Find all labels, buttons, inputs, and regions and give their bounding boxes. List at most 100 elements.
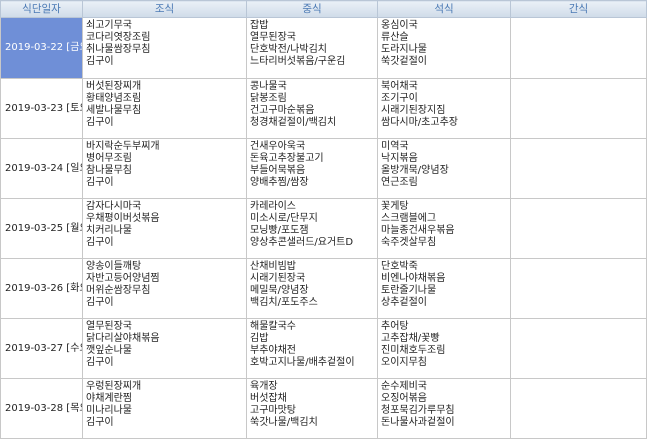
menu-item: 우채평이버섯볶음 [86,213,160,224]
column-header-breakfast[interactable]: 조식 [82,0,247,18]
table-row[interactable]: 2019-03-26 [화요일]양송이들깨탕자반고등어양념찜머위순쌈장무침김구이… [0,258,647,319]
date-cell[interactable]: 2019-03-27 [수요일] [0,318,83,379]
menu-item: 순수제비국 [381,381,427,392]
column-header-snack[interactable]: 간식 [510,0,647,18]
menu-item: 고추잡채/꽃빵 [381,333,440,344]
lunch-cell[interactable]: 육개장 버섯잡채 고구마맛탕 쑥갓나물/백김치 [246,378,378,439]
menu-item: 김구이 [86,357,114,368]
snack-cell[interactable] [510,318,647,379]
breakfast-cell[interactable]: 버섯된장찌개 황태양념조림 세발나물무침 김구이 [82,78,247,139]
menu-item: 고구마맛탕 [250,405,296,416]
menu-item: 닭다리살야채볶음 [86,333,160,344]
menu-item: 버섯된장찌개 [86,81,142,92]
table-row[interactable]: 2019-03-28 [목요일]우렁된장찌개야채계란찜미나리나물김구이육개장버섯… [0,378,647,439]
menu-item: 우렁된장찌개 [86,381,142,392]
menu-item: 김밥 [250,333,269,344]
table-row[interactable]: 2019-03-23 [토요일]버섯된장찌개황태양념조림세발나물무침김구이콩나물… [0,78,647,139]
menu-item: 모닝빵/포도잼 [250,225,309,236]
column-header-lunch[interactable]: 중식 [246,0,378,18]
dinner-cell[interactable]: 단호박죽 비엔나야채볶음 토란줄기나물 상추겉절이 [377,258,511,319]
column-header-dinner[interactable]: 석식 [377,0,511,18]
column-header-date[interactable]: 식단일자 [0,0,83,18]
menu-item: 오징어볶음 [381,393,427,404]
lunch-cell[interactable]: 산채비빔밥 시래기된장국 메밀묵/양념장 백김치/포도주스 [246,258,378,319]
dinner-cell[interactable]: 옹심이국 류산슬 도라지나물 쑥갓겉절이 [377,17,511,79]
menu-item: 잡밥 [250,20,269,31]
snack-cell[interactable] [510,78,647,139]
snack-cell[interactable] [510,198,647,259]
breakfast-cell[interactable]: 바지락순두부찌개 병어무조림 참나물무침 김구이 [82,138,247,199]
dinner-cell[interactable]: 미역국 낙지볶음 올방개묵/양념장 연근조림 [377,138,511,199]
table-row[interactable]: 2019-03-27 [수요일]열무된장국닭다리살야채볶음깻잎순나물김구이해물칼… [0,318,647,379]
menu-item: 백김치/포도주스 [250,297,318,308]
menu-item: 육개장 [250,381,278,392]
snack-cell[interactable] [510,378,647,439]
menu-item: 호박고지나물/배추겉절이 [250,357,355,368]
dinner-cell[interactable]: 추어탕 고추잡채/꽃빵 진미채호두조림 오이지무침 [377,318,511,379]
breakfast-cell[interactable]: 쇠고기무국 코다리엿장조림 취나물쌈장무침 김구이 [82,17,247,79]
breakfast-cell[interactable]: 열무된장국 닭다리살야채볶음 깻잎순나물 김구이 [82,318,247,379]
menu-item: 비엔나야채볶음 [381,273,446,284]
menu-item: 카레라이스 [250,201,296,212]
table-header-row: 식단일자 조식 중식 석식 간식 [0,0,647,18]
menu-item: 양상추콘샐러드/요거트D [250,237,354,248]
date-cell[interactable]: 2019-03-22 [금요일] [0,17,83,79]
menu-item: 도라지나물 [381,44,427,55]
menu-item: 머위순쌈장무침 [86,285,151,296]
lunch-cell[interactable]: 잡밥 열무된장국 단호박전/나박김치 느타리버섯볶음/구운김 [246,17,378,79]
menu-item: 토란줄기나물 [381,285,437,296]
menu-item: 참나물무침 [86,165,132,176]
menu-item: 쇠고기무국 [86,20,132,31]
dinner-cell[interactable]: 순수제비국 오징어볶음 청포묵김가루무침 돈나물사과겉절이 [377,378,511,439]
menu-item: 추어탕 [381,321,409,332]
lunch-cell[interactable]: 카레라이스 미소시로/단무지 모닝빵/포도잼 양상추콘샐러드/요거트D [246,198,378,259]
lunch-cell[interactable]: 건새우아욱국 돈육고추장불고기 부들어묵볶음 양배추찜/쌈장 [246,138,378,199]
menu-item: 연근조림 [381,177,418,188]
menu-item: 쑥갓겉절이 [381,56,427,67]
menu-item: 시래기된장지짐 [381,105,446,116]
menu-item: 세발나물무침 [86,105,142,116]
breakfast-cell[interactable]: 감자다시마국 우채평이버섯볶음 치커리나물 김구이 [82,198,247,259]
breakfast-cell[interactable]: 우렁된장찌개 야채계란찜 미나리나물 김구이 [82,378,247,439]
menu-item: 양송이들깨탕 [86,261,142,272]
snack-cell[interactable] [510,138,647,199]
menu-item: 감자다시마국 [86,201,142,212]
dinner-cell[interactable]: 꽃게탕 스크램블에그 마늘종건새우볶음 숙주겟살무침 [377,198,511,259]
table-row[interactable]: 2019-03-25 [월요일]감자다시마국우채평이버섯볶음치커리나물김구이카레… [0,198,647,259]
dinner-cell[interactable]: 북어채국 조기구이 시래기된장지짐 쌈다시마/초고추장 [377,78,511,139]
meal-schedule-table: 식단일자 조식 중식 석식 간식 2019-03-22 [금요일]쇠고기무국코다… [0,0,647,439]
menu-item: 시래기된장국 [250,273,306,284]
menu-item: 메밀묵/양념장 [250,285,309,296]
menu-item: 양배추찜/쌈장 [250,177,309,188]
menu-item: 콩나물국 [250,81,287,92]
menu-item: 북어채국 [381,81,418,92]
menu-item: 김구이 [86,177,114,188]
breakfast-cell[interactable]: 양송이들깨탕 자반고등어양념찜 머위순쌈장무침 김구이 [82,258,247,319]
menu-item: 김구이 [86,297,114,308]
snack-cell[interactable] [510,17,647,79]
lunch-cell[interactable]: 해물칼국수 김밥 부추야채전 호박고지나물/배추겉절이 [246,318,378,379]
menu-item: 치커리나물 [86,225,132,236]
menu-item: 숙주겟살무침 [381,237,437,248]
menu-item: 부추야채전 [250,345,296,356]
lunch-cell[interactable]: 콩나물국 닭봉조림 건고구마순볶음 청경채겉절이/백김치 [246,78,378,139]
menu-item: 마늘종건새우볶음 [381,225,455,236]
date-cell[interactable]: 2019-03-28 [목요일] [0,378,83,439]
menu-item: 오이지무침 [381,357,427,368]
table-row[interactable]: 2019-03-24 [일요일]바지락순두부찌개병어무조림참나물무침김구이건새우… [0,138,647,199]
date-cell[interactable]: 2019-03-25 [월요일] [0,198,83,259]
menu-item: 조기구이 [381,93,418,104]
table-row[interactable]: 2019-03-22 [금요일]쇠고기무국코다리엿장조림취나물쌈장무침김구이잡밥… [0,17,647,79]
menu-item: 상추겉절이 [381,297,427,308]
date-cell[interactable]: 2019-03-23 [토요일] [0,78,83,139]
menu-item: 자반고등어양념찜 [86,273,160,284]
menu-item: 단호박전/나박김치 [250,44,327,55]
menu-item: 쑥갓나물/백김치 [250,417,318,428]
snack-cell[interactable] [510,258,647,319]
date-cell[interactable]: 2019-03-24 [일요일] [0,138,83,199]
menu-item: 돈나물사과겉절이 [381,417,455,428]
menu-item: 미나리나물 [86,405,132,416]
menu-item: 건새우아욱국 [250,141,306,152]
date-cell[interactable]: 2019-03-26 [화요일] [0,258,83,319]
menu-item: 바지락순두부찌개 [86,141,160,152]
